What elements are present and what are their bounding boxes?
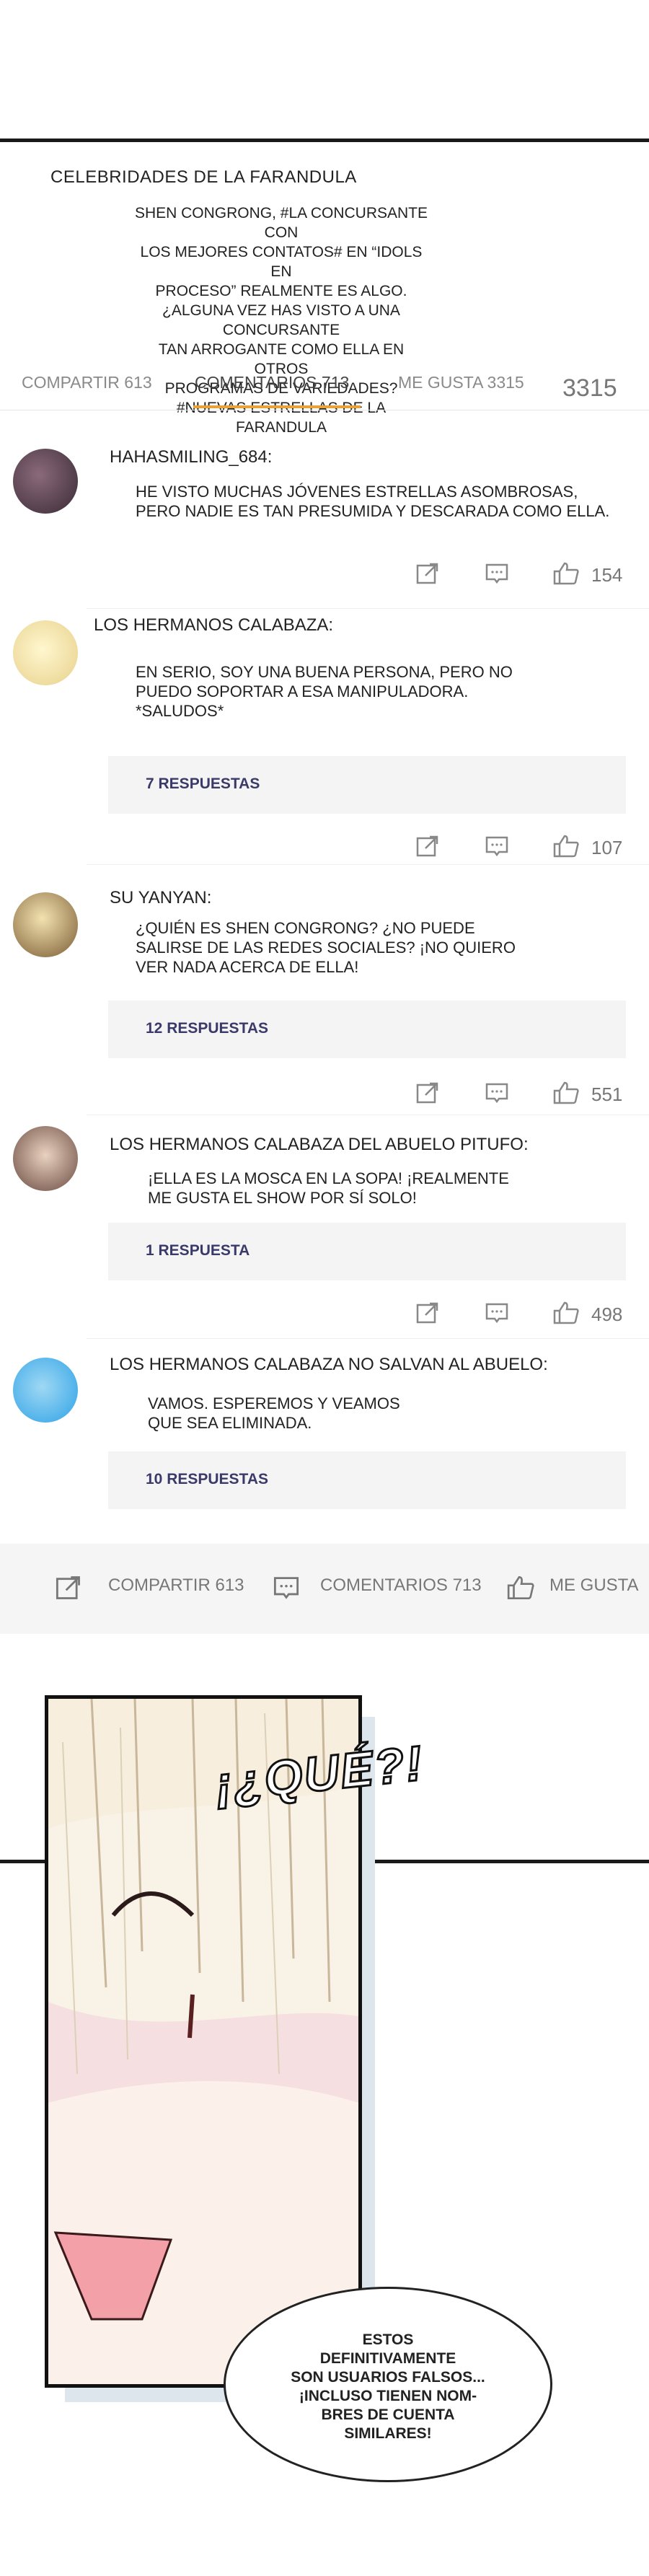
comment-text: VAMOS. ESPEREMOS Y VEAMOS QUE SEA ELIMIN… [148,1394,400,1432]
comment-icon[interactable] [485,1081,509,1105]
likes-button[interactable]: ME GUSTA [549,1575,639,1596]
replies-button[interactable]: 1 RESPUESTA [108,1223,626,1280]
avatar[interactable] [13,892,78,957]
comment-text: EN SERIO, SOY UNA BUENA PERSONA, PERO NO… [136,663,513,720]
comment-separator [87,864,649,865]
comment-icon[interactable] [485,1301,509,1325]
like-icon[interactable] [552,834,579,858]
tab-bar: COMPARTIR 613 COMENTARIOS 713 ME GUSTA 3… [0,364,649,408]
like-icon[interactable] [506,1574,534,1600]
share-button[interactable]: COMPARTIR 613 [108,1575,244,1596]
avatar[interactable] [13,1358,78,1423]
like-icon[interactable] [552,1301,579,1325]
like-count: 498 [591,1304,623,1325]
likes-total-count: 3315 [562,374,617,402]
comment-username[interactable]: SU YANYAN: [110,888,211,908]
replies-label: 1 RESPUESTA [146,1242,250,1259]
like-icon[interactable] [552,561,579,586]
share-icon[interactable] [415,1301,440,1325]
speech-bubble: ESTOS DEFINITIVAMENTE SON USUARIOS FALSO… [224,2287,552,2482]
like-count: 551 [591,1083,623,1105]
comment-separator [87,608,649,609]
comment-text: ¿QUIÉN ES SHEN CONGRONG? ¿NO PUEDE SALIR… [136,919,516,976]
replies-label: 7 RESPUESTAS [146,775,260,792]
share-icon[interactable] [415,834,440,858]
comment-actions: 498 [0,1295,649,1331]
comment-item: LOS HERMANOS CALABAZA NO SALVAN AL ABUEL… [0,1349,649,1544]
like-icon[interactable] [552,1081,579,1105]
active-tab-indicator [193,405,361,408]
comment-actions: 551 [0,1075,649,1111]
replies-button[interactable]: 12 RESPUESTAS [108,1001,626,1058]
like-count: 154 [591,564,623,586]
comment-icon[interactable] [273,1574,299,1599]
comment-text: ¡ELLA ES LA MOSCA EN LA SOPA! ¡REALMENTE… [148,1169,509,1207]
comment-username[interactable]: LOS HERMANOS CALABAZA DEL ABUELO PITUFO: [110,1135,529,1155]
comments-button[interactable]: COMENTARIOS 713 [320,1575,482,1596]
share-icon[interactable] [415,561,440,586]
replies-label: 12 RESPUESTAS [146,1020,268,1037]
comment-icon[interactable] [485,561,509,586]
bottom-action-bar: COMPARTIR 613 COMENTARIOS 713 ME GUSTA [0,1544,649,1634]
like-count: 107 [591,837,623,858]
replies-button[interactable]: 10 RESPUESTAS [108,1451,626,1509]
avatar[interactable] [13,620,78,685]
comment-actions: 107 [0,828,649,864]
comment-text: HE VISTO MUCHAS JÓVENES ESTRELLAS ASOMBR… [136,483,610,520]
comment-separator [87,1338,649,1339]
replies-label: 10 RESPUESTAS [146,1471,268,1487]
comment-item: SU YANYAN: ¿QUIÉN ES SHEN CONGRONG? ¿NO … [0,876,649,1115]
post-title: CELEBRIDADES DE LA FARANDULA [50,167,357,187]
replies-button[interactable]: 7 RESPUESTAS [108,756,626,814]
comment-item: HAHASMILING_684: HE VISTO MUCHAS JÓVENES… [0,440,649,620]
tab-share[interactable]: COMPARTIR 613 [22,373,152,392]
bubble-text: ESTOS DEFINITIVAMENTE SON USUARIOS FALSO… [291,2331,485,2442]
tab-likes[interactable]: ME GUSTA 3315 [398,373,524,392]
comment-username[interactable]: LOS HERMANOS CALABAZA NO SALVAN AL ABUEL… [110,1355,548,1375]
avatar[interactable] [13,449,78,514]
comment-username[interactable]: LOS HERMANOS CALABAZA: [94,615,333,636]
comment-actions: 154 [0,555,649,592]
top-divider [0,139,649,142]
comment-item: LOS HERMANOS CALABAZA: EN SERIO, SOY UNA… [0,612,649,879]
comment-item: LOS HERMANOS CALABAZA DEL ABUELO PITUFO:… [0,1122,649,1345]
share-icon[interactable] [55,1574,80,1599]
tab-comments[interactable]: COMENTARIOS 713 [195,373,349,392]
comment-icon[interactable] [485,834,509,858]
share-icon[interactable] [415,1081,440,1105]
comment-username[interactable]: HAHASMILING_684: [110,447,272,467]
avatar[interactable] [13,1126,78,1191]
